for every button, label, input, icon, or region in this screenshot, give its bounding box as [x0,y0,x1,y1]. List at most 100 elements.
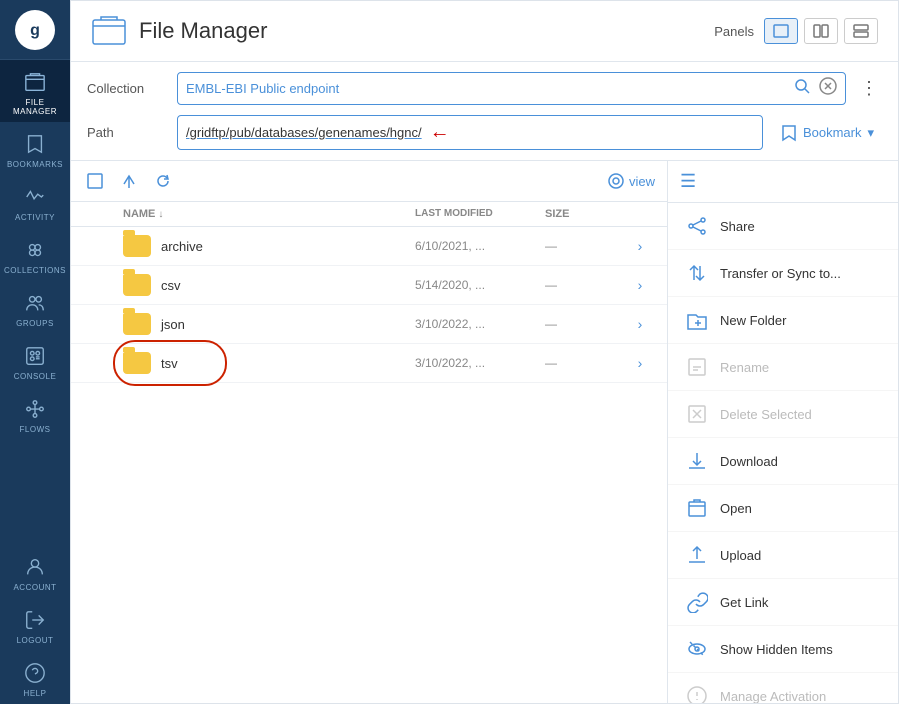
show-hidden-icon [684,636,710,662]
activity-icon [23,185,47,209]
file-date: 3/10/2022, ... [415,317,545,331]
sidebar-item-activity[interactable]: ACTIVITY [0,175,70,228]
file-size: — [545,356,625,370]
delete-button: Delete Selected [668,391,898,438]
file-manager-icon [23,70,47,94]
navigate-chevron-icon[interactable]: › [638,316,643,332]
transfer-icon [684,260,710,286]
share-button[interactable]: Share [668,203,898,250]
new-folder-button[interactable]: New Folder [668,297,898,344]
go-up-button[interactable] [117,169,141,193]
new-folder-label: New Folder [720,313,786,328]
logo-icon: g [15,10,55,50]
manage-activation-button: Manage Activation [668,673,898,703]
transfer-label: Transfer or Sync to... [720,266,841,281]
panels-label: Panels [714,24,754,39]
folder-icon [123,274,151,296]
transfer-button[interactable]: Transfer or Sync to... [668,250,898,297]
sidebar-label-file-manager: FILE MANAGER [5,98,65,116]
share-label: Share [720,219,755,234]
folder-cell: csv [123,274,415,296]
sidebar-item-console[interactable]: CONSOLE [0,334,70,387]
collection-input[interactable]: EMBL-EBI Public endpoint [177,72,846,105]
refresh-button[interactable] [151,169,175,193]
page-title: File Manager [139,18,714,44]
panel-wide-button[interactable] [844,18,878,44]
table-row[interactable]: tsv 3/10/2022, ... — › [71,344,667,383]
bookmarks-icon [23,132,47,156]
file-date: 5/14/2020, ... [415,278,545,292]
sidebar-label-bookmarks: BOOKMARKS [7,160,63,169]
sidebar-logo[interactable]: g [0,0,70,60]
more-options-button[interactable]: ⋮ [856,74,882,103]
table-row[interactable]: json 3/10/2022, ... — › [71,305,667,344]
app-header: File Manager Panels [71,1,898,62]
view-label: view [629,174,655,189]
file-name: tsv [161,356,178,371]
bookmark-button[interactable]: Bookmark ▾ [773,124,882,142]
sidebar-item-groups[interactable]: GROUPS [0,281,70,334]
select-all-checkbox[interactable] [83,169,107,193]
panel-dual-button[interactable] [804,18,838,44]
table-row[interactable]: archive 6/10/2021, ... — › [71,227,667,266]
file-size: — [545,239,625,253]
view-button[interactable]: view [607,172,655,190]
delete-icon [684,401,710,427]
table-row[interactable]: csv 5/14/2020, ... — › [71,266,667,305]
file-area: view NAME ↓ LAST MODIFIED SIZE archive [71,161,898,703]
open-button[interactable]: Open [668,485,898,532]
path-input[interactable]: /gridftp/pub/databases/genenames/hgnc/ ← [177,115,763,150]
sidebar-item-flows[interactable]: FLOWS [0,387,70,440]
navigate-chevron-icon[interactable]: › [638,277,643,293]
file-name: csv [161,278,181,293]
panel-single-button[interactable] [764,18,798,44]
file-table: archive 6/10/2021, ... — › csv 5/14/2020… [71,227,667,703]
main-content: File Manager Panels [70,0,899,704]
get-link-label: Get Link [720,595,768,610]
file-name: json [161,317,185,332]
sidebar-item-account[interactable]: ACCOUNT [0,545,70,598]
navigate-chevron-icon[interactable]: › [638,238,643,254]
path-arrow-indicator: ← [430,121,450,144]
sidebar: g FILE MANAGER BOOKMARKS ACTI [0,0,70,704]
file-date: 3/10/2022, ... [415,356,545,370]
right-panel-header: ☰ [668,161,898,203]
rename-icon [684,354,710,380]
collection-icons [793,77,837,100]
search-icon[interactable] [793,77,811,100]
upload-button[interactable]: Upload [668,532,898,579]
file-list-panel: view NAME ↓ LAST MODIFIED SIZE archive [71,161,668,703]
folder-icon [123,235,151,257]
right-panel: ☰ Share [668,161,898,703]
sidebar-item-bookmarks[interactable]: BOOKMARKS [0,122,70,175]
logout-icon [23,608,47,632]
sidebar-item-help[interactable]: HELP [0,651,70,704]
folder-icon [123,352,151,374]
collection-label: Collection [87,81,167,96]
open-icon [684,495,710,521]
folder-cell: json [123,313,415,335]
collection-value: EMBL-EBI Public endpoint [186,81,793,96]
download-icon [684,448,710,474]
upload-label: Upload [720,548,761,563]
sidebar-label-groups: GROUPS [16,319,54,328]
menu-icon[interactable]: ☰ [680,171,696,192]
sidebar-item-file-manager[interactable]: FILE MANAGER [0,60,70,122]
sidebar-label-help: HELP [24,689,47,698]
sidebar-label-activity: ACTIVITY [15,213,55,222]
show-hidden-button[interactable]: Show Hidden Items [668,626,898,673]
sidebar-item-collections[interactable]: COLLECTIONS [0,228,70,281]
date-column-header: LAST MODIFIED [415,208,545,220]
bookmark-chevron-icon: ▾ [867,125,874,141]
navigate-chevron-icon[interactable]: › [638,355,643,371]
get-link-button[interactable]: Get Link [668,579,898,626]
download-button[interactable]: Download [668,438,898,485]
file-table-header: NAME ↓ LAST MODIFIED SIZE [71,202,667,227]
panel-buttons [764,18,878,44]
toolbar: Collection EMBL-EBI Public endpoint [71,62,898,161]
sidebar-item-logout[interactable]: LOGOUT [0,598,70,651]
help-icon [23,661,47,685]
file-toolbar: view [71,161,667,202]
clear-icon[interactable] [819,77,837,100]
name-column-header[interactable]: NAME ↓ [123,208,415,220]
